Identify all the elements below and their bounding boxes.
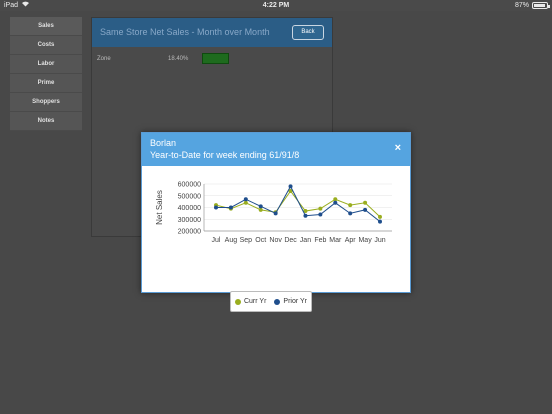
data-point-curr[interactable] [243,200,248,205]
legend-item-curr[interactable]: Curr Yr [234,298,267,305]
data-point-curr[interactable] [333,197,338,202]
axis-layer: 200000 300000 400000 500000 600000 Jul Aug Sep O… [178,182,392,244]
data-point-curr[interactable] [363,200,368,205]
data-point-prior[interactable] [333,200,338,205]
status-time: 4:22 PM [262,2,290,9]
data-point-prior[interactable] [228,205,233,210]
y-tick-label: 500000 [178,193,201,200]
x-tick-label: Sep [240,237,253,244]
series-line-curr [215,190,381,218]
data-point-curr[interactable] [318,206,323,211]
x-tick-label: Oct [255,237,266,244]
modal-header: Borlan Year-to-Date for week ending 61/9… [142,133,410,166]
battery-group: 87% [514,0,550,11]
data-point-prior[interactable] [214,205,218,210]
x-tick-label: Feb [314,237,326,244]
close-button[interactable]: × [395,143,401,154]
data-point-curr[interactable] [258,207,263,212]
x-tick-label: Jul [212,237,221,244]
x-tick-label: May [358,237,372,244]
y-tick-label: 300000 [178,217,201,224]
data-point-prior[interactable] [273,211,278,216]
x-tick-label: Apr [345,237,357,244]
status-bar: iPad 4:22 PM 87% [0,0,552,11]
battery-icon [532,2,550,9]
y-tick-label: 200000 [178,229,201,236]
data-point-prior[interactable] [363,207,368,212]
y-tick-label: 400000 [178,205,201,212]
data-point-prior[interactable] [258,204,263,209]
modal-title: Borlan [150,138,177,148]
legend-dot-prior [274,298,281,305]
data-point-prior[interactable] [288,184,293,189]
data-point-prior[interactable] [318,212,323,217]
modal-subtitle: Year-to-Date for week ending 61/91/8 [150,150,300,160]
chart-svg: 200000 300000 400000 500000 600000 Jul Aug Sep O… [155,182,392,244]
data-point-prior[interactable] [243,197,248,202]
y-tick-label: 600000 [178,182,201,189]
x-tick-label: Jun [374,237,385,244]
series-layer [214,184,382,224]
chart-modal: Borlan Year-to-Date for week ending 61/9… [141,132,412,312]
legend-label-curr: Curr Yr [243,298,267,305]
x-tick-label: Nov [269,237,282,244]
x-tick-label: Dec [284,237,297,244]
legend-label-prior: Prior Yr [283,298,308,305]
x-tick-label: Aug [225,237,238,244]
net-sales-chart: 200000 300000 400000 500000 600000 Jul Aug Sep O… [142,166,412,312]
legend-dot-curr [234,298,241,305]
data-point-prior[interactable] [378,219,382,224]
chart-legend: Curr Yr Prior Yr [230,291,312,312]
y-axis-label: Net Sales [155,190,164,225]
x-tick-label: Jan [300,237,311,244]
data-point-curr[interactable] [378,214,382,219]
data-point-prior[interactable] [348,211,353,216]
x-tick-label: Mar [329,237,342,244]
data-point-curr[interactable] [348,203,353,208]
legend-item-prior[interactable]: Prior Yr [274,298,307,305]
battery-percent: 87% [514,2,529,9]
data-point-prior[interactable] [303,213,308,218]
